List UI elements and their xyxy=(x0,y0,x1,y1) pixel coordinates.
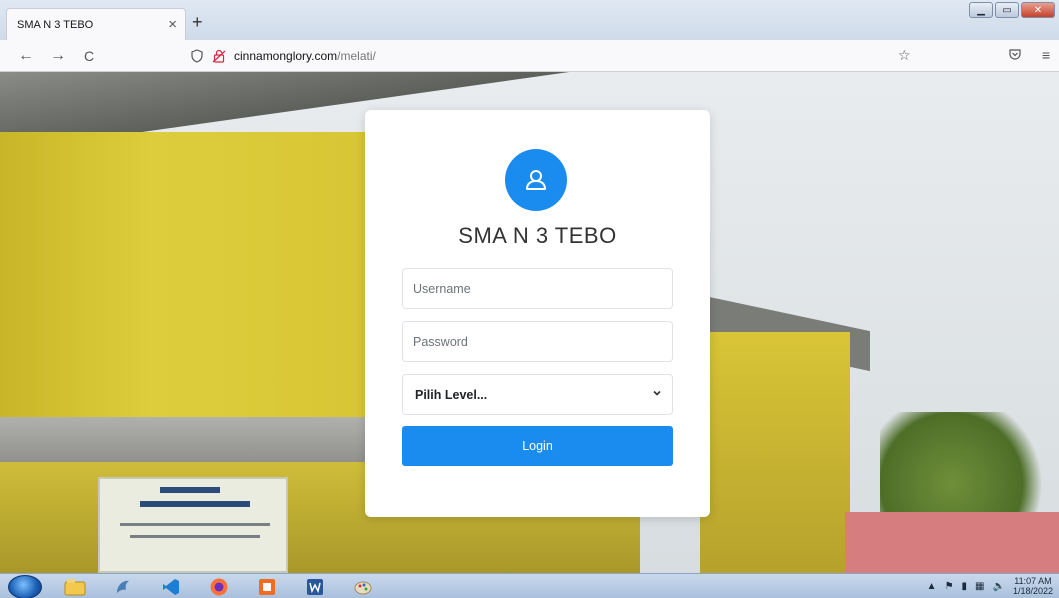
background-lower-roof xyxy=(0,417,400,467)
clock-date: 1/18/2022 xyxy=(1012,586,1053,596)
minimize-button[interactable]: ▁ xyxy=(969,2,993,18)
bookmark-star-icon[interactable]: ☆ xyxy=(898,47,911,64)
windows-taskbar: ▲ ⚑ ▮ ▦ 🔈 11:07 AM 1/18/2022 xyxy=(0,573,1059,598)
tray-expand-icon[interactable]: ▲ xyxy=(927,581,937,592)
tab-sma-n3-tebo[interactable]: SMA N 3 TEBO × xyxy=(6,8,186,40)
pocket-icon[interactable] xyxy=(1008,47,1022,64)
page-viewport: SMA N 3 TEBO Pilih Level... Login xyxy=(0,72,1059,573)
user-avatar-icon xyxy=(505,149,567,211)
close-window-button[interactable]: ✕ xyxy=(1021,2,1055,18)
url-path: /melati/ xyxy=(337,49,376,63)
battery-icon[interactable]: ▮ xyxy=(962,581,968,592)
menu-icon[interactable]: ≡ xyxy=(1042,47,1050,63)
level-select[interactable]: Pilih Level... xyxy=(402,374,673,415)
vscode-icon[interactable] xyxy=(151,575,191,598)
firefox-icon[interactable] xyxy=(199,575,239,598)
insecure-lock-icon[interactable] xyxy=(212,49,226,63)
login-button[interactable]: Login xyxy=(402,426,673,466)
system-tray: ▲ ⚑ ▮ ▦ 🔈 11:07 AM 1/18/2022 xyxy=(927,576,1053,596)
word-icon[interactable] xyxy=(295,575,335,598)
clock[interactable]: 11:07 AM 1/18/2022 xyxy=(1013,576,1053,596)
browser-nav-bar: ← → C cinnamonglory.com/melati/ ☆ ≡ xyxy=(0,40,1059,72)
explorer-icon[interactable] xyxy=(55,575,95,598)
background-right-building xyxy=(700,332,850,573)
tab-close-icon[interactable]: × xyxy=(168,16,177,33)
dolphin-icon[interactable] xyxy=(103,575,143,598)
clock-time: 11:07 AM xyxy=(1014,576,1052,586)
reload-button[interactable]: C xyxy=(84,46,94,66)
background-pink-wall xyxy=(845,512,1059,573)
window-controls: ▁ ▭ ✕ xyxy=(969,2,1055,18)
forward-button[interactable]: → xyxy=(50,46,66,66)
level-select-value: Pilih Level... xyxy=(415,387,488,402)
address-bar[interactable]: cinnamonglory.com/melati/ xyxy=(190,45,376,67)
browser-tab-bar: SMA N 3 TEBO × + ▁ ▭ ✕ xyxy=(0,0,1059,40)
paint-icon[interactable] xyxy=(343,575,383,598)
shield-icon xyxy=(191,49,203,63)
login-card: SMA N 3 TEBO Pilih Level... Login xyxy=(365,110,710,517)
chevron-down-icon xyxy=(652,388,662,401)
url-host: cinnamonglory.com xyxy=(234,49,338,63)
tab-title: SMA N 3 TEBO xyxy=(17,18,94,31)
password-input[interactable] xyxy=(402,321,673,362)
maximize-button[interactable]: ▭ xyxy=(995,2,1019,18)
back-button[interactable]: ← xyxy=(18,46,34,66)
network-icon[interactable]: ▦ xyxy=(975,581,984,592)
username-input[interactable] xyxy=(402,268,673,309)
start-button[interactable] xyxy=(8,575,42,598)
ms-office-icon[interactable] xyxy=(247,575,287,598)
action-center-flag-icon[interactable]: ⚑ xyxy=(945,581,954,592)
background-banner-image xyxy=(98,477,288,573)
login-title: SMA N 3 TEBO xyxy=(458,223,617,248)
volume-icon[interactable]: 🔈 xyxy=(993,581,1005,592)
new-tab-button[interactable]: + xyxy=(192,13,203,31)
